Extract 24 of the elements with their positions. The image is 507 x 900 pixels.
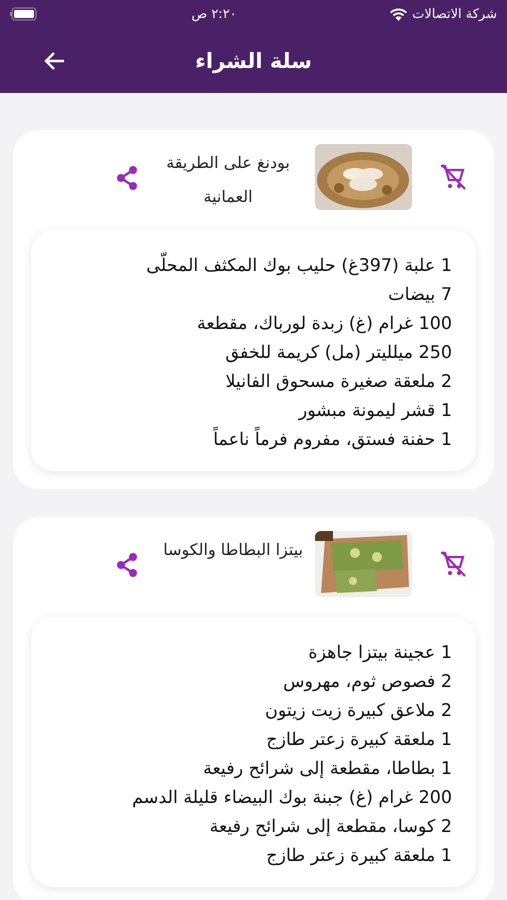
ingredient-line: 1 ملعقة كبيرة زعتر طازج (265, 729, 452, 752)
remove-from-cart-button[interactable] (438, 162, 468, 192)
ingredient-line: 1 عجينة بيتزا جاهزة (307, 642, 452, 665)
ingredient-line: 200 غرام (غ) جبنة بوك البيضاء قليلة الدسم (131, 787, 452, 810)
ingredient-line: 100 غرام (غ) زبدة لورباك، مقطعة (196, 313, 452, 336)
battery-icon (10, 7, 38, 21)
screen-title: سلة الشراء (195, 48, 312, 72)
recipe-title: بودنغ على الطريقة العمانية (165, 152, 291, 208)
ingredient-line: 2 فصوص ثوم، مهروس (282, 671, 452, 694)
ingredient-line: 1 علبة (397غ) حليب بوك المكثف المحلّى (51, 252, 452, 281)
ingredient-line: 2 كوسا، مقطعة إلى شرائح رفيعة (208, 816, 452, 839)
ingredient-line: 250 ميلليتر (مل) كريمة للخفق (224, 342, 452, 365)
ingredient-line: 2 ملاعق كبيرة زيت زيتون (264, 700, 452, 723)
wifi-icon (390, 8, 408, 20)
recipe-title: بيتزا البطاطا والكوسا (163, 539, 303, 561)
ingredient-line: 2 ملعقة صغيرة مسحوق الفانيلا (224, 371, 452, 394)
ingredient-line: 1 بطاطا، مقطعة إلى شرائح رفيعة (202, 758, 452, 781)
clock-time: ٢:٢٠ ص (191, 6, 237, 22)
carrier-name: شركة الاتصالات (412, 6, 497, 22)
ingredient-line: 1 ملعقة كبيرة زعتر طازج (265, 845, 452, 868)
ingredient-line: 7 بيضات (387, 284, 452, 307)
ingredient-line: 1 حفنة فستق، مفروم فرماً ناعماً (51, 426, 452, 455)
remove-from-cart-button[interactable] (438, 549, 468, 579)
ingredient-line: 1 قشر ليمونة مبشور (297, 400, 452, 423)
